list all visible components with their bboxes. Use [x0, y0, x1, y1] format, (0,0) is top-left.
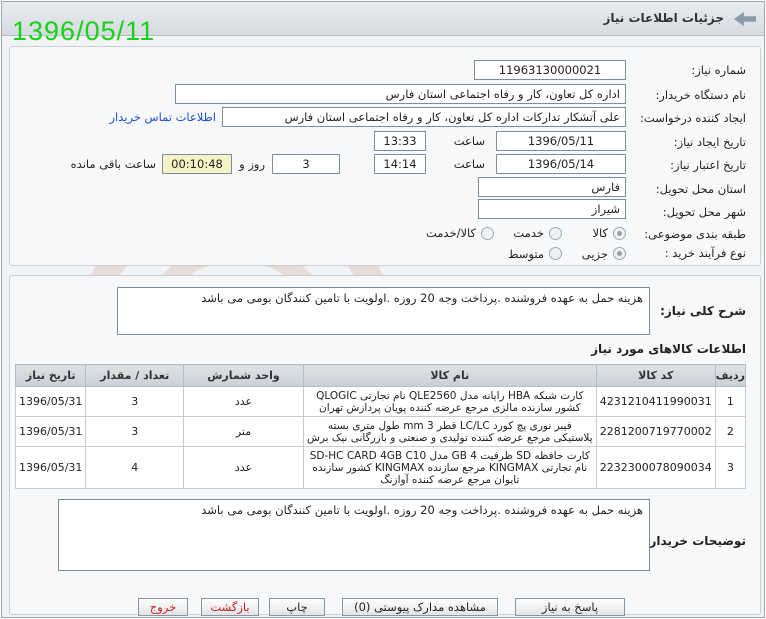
buyer-contact-link[interactable]: اطلاعات تماس خریدار	[109, 110, 216, 124]
cell-row-number: 3	[714, 446, 747, 489]
category-option-goods-service: کالا/خدمت	[425, 226, 476, 240]
process-radio-medium[interactable]	[549, 247, 562, 260]
arrow-icon	[734, 12, 756, 26]
need-number-label: شماره نیاز:	[691, 63, 746, 77]
col-header-name: نام کالا	[302, 364, 597, 387]
cell-name: کارت حافظه SD ظرفیت 4 GB مدل SD-HC CARD …	[302, 446, 597, 489]
cell-quantity: 3	[85, 386, 185, 417]
buyer-notes-label: توضیحات خریدار:	[644, 534, 746, 548]
announce-time-label: ساعت	[453, 134, 485, 148]
need-info-section: شماره نیاز: 11963130000021 نام دستگاه خر…	[9, 46, 761, 266]
col-header-quantity: تعداد / مقدار	[85, 364, 185, 387]
province-label: استان محل تحویل:	[655, 182, 746, 196]
table-row: 2 2281200719770002 فیبر نوری پچ کورد LC/…	[14, 416, 747, 447]
col-header-code: کد کالا	[595, 364, 716, 387]
cell-unit: متر	[183, 416, 304, 447]
process-option-minor: جزیی	[581, 247, 608, 261]
cell-name: فیبر نوری پچ کورد LC/LC قطر 3 mm طول متر…	[302, 416, 597, 447]
table-row: 3 2232300078090034 کارت حافظه SD ظرفیت 4…	[14, 446, 747, 489]
category-option-service: خدمت	[513, 226, 544, 240]
days-label: روز و	[239, 157, 265, 171]
buyer-notes-box: هزینه حمل به عهده فروشنده .پرداخت وجه 20…	[58, 499, 650, 571]
need-number-field: 11963130000021	[474, 60, 626, 80]
buyer-org-field: اداره کل تعاون، کار و رفاه اجتماعی استان…	[175, 84, 626, 104]
reply-button[interactable]: پاسخ به نیاز	[515, 598, 625, 616]
category-label: طبقه بندی موضوعی:	[644, 227, 746, 241]
announce-time-field: 13:33	[374, 131, 426, 151]
items-table: ردیف کد کالا نام کالا واحد شمارش تعداد /…	[14, 364, 747, 489]
process-radio-minor[interactable]	[613, 247, 626, 260]
col-header-need-date: تاریخ نیاز	[14, 364, 87, 387]
col-header-row-number: ردیف	[714, 364, 747, 387]
cell-quantity: 3	[85, 416, 185, 447]
cell-need-date: 1396/05/31	[14, 446, 87, 489]
city-field: شیراز	[478, 199, 626, 219]
requester-label: ایجاد کننده درخواست:	[640, 111, 746, 125]
cell-quantity: 4	[85, 446, 185, 489]
city-label: شهر محل تحویل:	[662, 205, 746, 219]
time-remaining-label: ساعت باقی مانده	[70, 157, 156, 171]
announce-date-field: 1396/05/11	[496, 131, 626, 151]
category-radio-goods[interactable]	[613, 227, 626, 240]
deadline-time-label: ساعت	[453, 157, 485, 171]
cell-code: 2232300078090034	[595, 446, 716, 489]
header-bar: جزئیات اطلاعات نیاز 1396/05/11	[2, 2, 764, 46]
summary-text-box: هزینه حمل به عهده فروشنده .پرداخت وجه 20…	[117, 287, 650, 335]
cell-row-number: 2	[714, 416, 747, 447]
table-header-row: ردیف کد کالا نام کالا واحد شمارش تعداد /…	[14, 364, 747, 387]
page-title: جزئیات اطلاعات نیاز	[603, 11, 724, 25]
cell-row-number: 1	[714, 386, 747, 417]
category-radio-goods-service[interactable]	[481, 227, 494, 240]
items-section: شرح کلی نیاز: هزینه حمل به عهده فروشنده …	[9, 275, 761, 616]
page-frame: جزئیات اطلاعات نیاز 1396/05/11 شماره نیا…	[1, 1, 765, 618]
requester-field: علی آتشکار تدارکات اداره کل تعاون، کار و…	[222, 107, 626, 127]
announce-date-label: تاریخ ایجاد نیاز:	[673, 135, 746, 149]
cell-code: 4231210411990031	[595, 386, 716, 417]
cell-need-date: 1396/05/31	[14, 416, 87, 447]
cell-unit: عدد	[183, 386, 304, 417]
col-header-unit: واحد شمارش	[183, 364, 304, 387]
back-button[interactable]: بازگشت	[201, 598, 259, 616]
deadline-time-field: 14:14	[374, 154, 426, 174]
process-option-medium: متوسط	[507, 247, 544, 261]
deadline-date-field: 1396/05/14	[496, 154, 626, 174]
summary-label: شرح کلی نیاز:	[660, 304, 746, 318]
exit-button[interactable]: خروج	[138, 598, 188, 616]
items-title: اطلاعات کالاهای مورد نیاز	[591, 342, 746, 356]
days-remaining-field: 3	[272, 154, 340, 174]
cell-unit: عدد	[183, 446, 304, 489]
province-field: فارس	[478, 177, 626, 197]
deadline-label: تاریخ اعتبار نیاز:	[670, 158, 746, 172]
time-remaining-field: 00:10:48	[162, 154, 232, 174]
table-row: 1 4231210411990031 کارت شبکه HBA رایانه …	[14, 386, 747, 417]
print-button[interactable]: چاپ	[269, 598, 325, 616]
cell-code: 2281200719770002	[595, 416, 716, 447]
buyer-org-label: نام دستگاه خریدار:	[655, 88, 746, 102]
cell-need-date: 1396/05/31	[14, 386, 87, 417]
date-stamp: 1396/05/11	[12, 16, 156, 46]
attachments-button[interactable]: مشاهده مدارک پیوستی (0)	[342, 598, 498, 616]
category-radio-service[interactable]	[549, 227, 562, 240]
category-option-goods: کالا	[592, 226, 608, 240]
process-label: نوع فرآیند خرید :	[664, 246, 746, 260]
cell-name: کارت شبکه HBA رایانه مدل QLE2560 نام تجا…	[302, 386, 597, 417]
